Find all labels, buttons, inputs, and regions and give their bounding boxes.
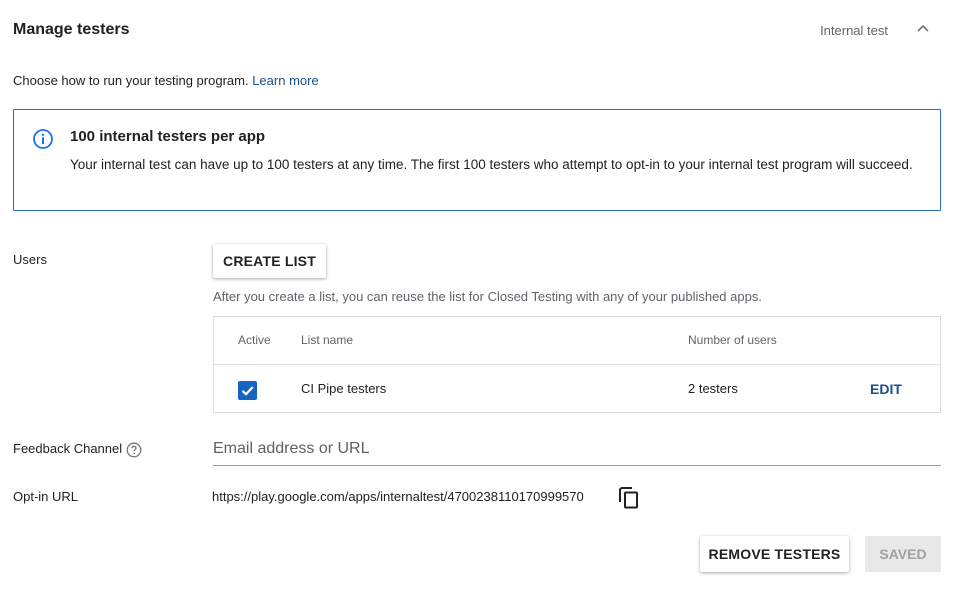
optin-url-value: https://play.google.com/apps/internaltes… <box>212 489 584 504</box>
active-checkbox[interactable] <box>238 381 257 400</box>
saved-button: SAVED <box>865 536 941 572</box>
edit-list-button[interactable]: EDIT <box>870 381 902 397</box>
create-list-hint: After you create a list, you can reuse t… <box>213 289 762 304</box>
table-divider <box>214 364 940 365</box>
copy-icon[interactable] <box>618 486 640 510</box>
user-count-cell: 2 testers <box>688 381 738 396</box>
chevron-up-icon[interactable] <box>914 20 932 38</box>
info-text: Your internal test can have up to 100 te… <box>70 157 913 172</box>
column-header-active: Active <box>238 333 271 347</box>
users-label: Users <box>13 252 47 267</box>
checkmark-icon <box>241 386 254 396</box>
section-header: Manage testers Internal test <box>0 0 953 60</box>
intro-sentence: Choose how to run your testing program. <box>13 73 249 88</box>
page-title: Manage testers <box>13 21 130 38</box>
column-header-number-of-users: Number of users <box>688 333 777 347</box>
info-title: 100 internal testers per app <box>70 128 266 145</box>
tester-lists-table: Active List name Number of users CI Pipe… <box>213 316 941 413</box>
track-label: Internal test <box>820 23 888 38</box>
feedback-channel-input[interactable] <box>213 432 941 466</box>
column-header-list-name: List name <box>301 333 354 347</box>
info-icon <box>33 129 53 149</box>
help-circle-icon[interactable] <box>126 442 142 458</box>
create-list-button[interactable]: CREATE LIST <box>213 244 326 278</box>
list-name-cell: CI Pipe testers <box>301 381 387 396</box>
info-banner: 100 internal testers per app Your intern… <box>13 109 941 211</box>
intro-text: Choose how to run your testing program. … <box>13 73 319 88</box>
learn-more-link[interactable]: Learn more <box>252 73 318 88</box>
feedback-channel-label: Feedback Channel <box>13 441 123 456</box>
optin-url-label: Opt-in URL <box>13 489 79 504</box>
remove-testers-button[interactable]: REMOVE TESTERS <box>700 536 849 572</box>
